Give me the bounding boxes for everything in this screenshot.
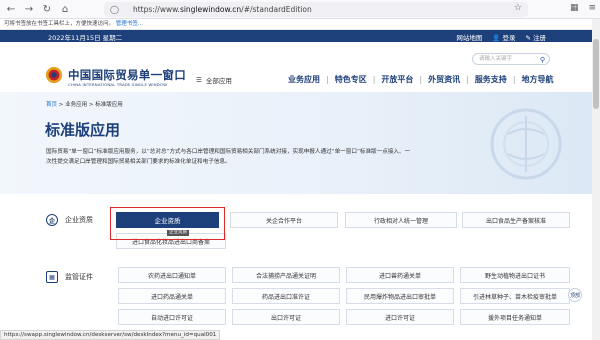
home-icon[interactable]: ⌂ — [58, 2, 72, 16]
current-date: 2022年11月15日 星期二 — [48, 34, 123, 42]
breadcrumb-current: 标准版应用 — [95, 102, 123, 108]
app-export-license[interactable]: 出口许可证 — [232, 309, 340, 325]
scrollbar-thumb[interactable] — [593, 39, 599, 109]
app-customs-enterprise-cooperation[interactable]: 关企合作平台 — [230, 212, 338, 228]
menu-icon[interactable]: ≡ — [588, 3, 596, 13]
register-label: 注册 — [533, 34, 546, 42]
nav-open-platform[interactable]: 开放平台 — [375, 74, 419, 85]
search-icon[interactable]: ⚲ — [540, 55, 545, 65]
top-bar: 2022年11月15日 星期二 网站地图 👤 登录 ✎ 注册 — [0, 30, 600, 42]
back-to-top-button[interactable]: 顶部 — [568, 288, 582, 302]
manage-bookmarks-link[interactable]: 管理书签... — [116, 21, 143, 27]
nav-special-zone[interactable]: 特色专区 — [329, 74, 373, 85]
breadcrumb: 首页 > 业务应用 > 标准版应用 — [46, 100, 123, 108]
sitemap-link[interactable]: 网站地图 — [456, 32, 482, 42]
page-scrollbar[interactable] — [592, 19, 600, 340]
section-license: ▦ 监管证件 — [46, 271, 93, 283]
app-import-license[interactable]: 进口许可证 — [346, 309, 454, 325]
logo-icon — [45, 66, 63, 84]
section-qualification-label: 企业资质 — [65, 216, 93, 224]
breadcrumb-home[interactable]: 首页 — [46, 102, 57, 108]
section-license-label: 监管证件 — [65, 273, 93, 281]
nav-local-navigation[interactable]: 地方导航 — [516, 74, 560, 85]
search-placeholder: 请输入关键字 — [479, 56, 513, 62]
notice-text: 可将书签放在书签工具栏上，方便快速访问。 — [4, 21, 115, 27]
decorative-emblem-icon — [490, 108, 562, 180]
app-drug-import-export-permit[interactable]: 药品进出口准许证 — [232, 288, 340, 304]
app-civil-explosives-approval[interactable]: 民用爆炸物品进出口审批单 — [346, 288, 454, 304]
register-link[interactable]: ✎ 注册 — [525, 32, 546, 42]
forward-icon[interactable]: → — [22, 2, 36, 16]
login-label: 登录 — [502, 34, 516, 42]
nav-trade-news[interactable]: 外贸资讯 — [422, 74, 466, 85]
page-description: 国际贸易“单一窗口”标准版应用服务，以“总对总”方式与各口岸管理和国际贸易相关部… — [46, 147, 496, 167]
reload-icon[interactable]: ↻ — [40, 2, 54, 16]
breadcrumb-business-apps[interactable]: 业务应用 — [65, 102, 87, 108]
pocket-icon[interactable]: ▦ — [570, 3, 579, 13]
app-export-food-production-filing[interactable]: 出口食品生产备案核准 — [462, 212, 570, 228]
search-input[interactable]: 请输入关键字 ⚲ — [472, 53, 550, 65]
app-wildlife-certificate[interactable]: 野生动植物进出口证书 — [460, 267, 570, 283]
grid-menu-icon: ☰ — [196, 76, 202, 84]
hero-banner: 首页 > 业务应用 > 标准版应用 标准版应用 国际贸易“单一窗口”标准版应用服… — [0, 92, 592, 194]
site-logo-subtitle: CHINA INTERNATIONAL TRADE SINGLE WINDOW — [68, 82, 168, 87]
page-title: 标准版应用 — [45, 121, 121, 139]
app-drug-customs-form[interactable]: 进口药品通关单 — [118, 288, 226, 304]
login-link[interactable]: 👤 登录 — [492, 32, 515, 42]
bookmark-star-icon[interactable]: ☆ — [514, 3, 522, 13]
description-line-1: 国际贸易“单一窗口”标准版应用服务，以“总对总”方式与各口岸管理和国际贸易相关部… — [46, 149, 411, 155]
url-text: https://www.singlewindow.cn/#/standardEd… — [132, 5, 312, 14]
nav-service-support[interactable]: 服务支持 — [469, 74, 513, 85]
shield-icon: ◯ — [110, 5, 119, 14]
qualification-icon: 企 — [46, 214, 58, 226]
all-apps-label: 全部应用 — [205, 77, 232, 85]
bookmark-notice: 可将书签放在书签工具栏上，方便快速访问。 管理书签... — [0, 19, 600, 30]
site-logo-title[interactable]: 中国国际贸易单一窗口 — [68, 67, 186, 83]
address-bar[interactable]: ◯ https://www.singlewindow.cn/#/standard… — [104, 2, 528, 17]
app-pesticide-notice[interactable]: 农药进出口通知单 — [118, 267, 226, 283]
section-qualification: 企 企业资质 — [46, 214, 93, 226]
nav-business-apps[interactable]: 业务应用 — [282, 74, 326, 85]
all-apps-button[interactable]: ☰ 全部应用 — [196, 75, 232, 85]
description-line-2: 次性提交满足口岸管理和国际贸易相关部门要求的标准化单证和电子信息。 — [46, 159, 231, 165]
app-auto-import-license[interactable]: 自动进口许可证 — [118, 309, 226, 325]
back-icon[interactable]: ← — [4, 2, 18, 16]
app-vet-drug-customs[interactable]: 进口兽药通关单 — [346, 267, 454, 283]
main-nav: 业务应用 | 特色专区 | 开放平台 | 外贸资讯 | 服务支持 | 地方导航 — [282, 74, 560, 85]
hover-tooltip: 企业资质 — [167, 230, 189, 236]
app-admin-counterpart-management[interactable]: 行政相对人统一管理 — [345, 212, 457, 228]
browser-toolbar: ← → ↻ ⌂ ◯ https://www.singlewindow.cn/#/… — [0, 0, 600, 19]
site-header: 请输入关键字 ⚲ 中国国际贸易单一窗口 CHINA INTERNATIONAL … — [0, 42, 600, 92]
license-icon: ▦ — [46, 271, 58, 283]
app-foreign-aid-notice[interactable]: 援外项目任务通知单 — [460, 309, 570, 325]
app-forestry-seed-quarantine[interactable]: 引进林草种子、苗木检疫审批单 — [460, 288, 570, 304]
status-bar-url: https://swapp.singlewindow.cn/deskserver… — [0, 330, 221, 340]
app-legal-fishing-proof[interactable]: 合法捕捞产品通关证明 — [232, 267, 340, 283]
